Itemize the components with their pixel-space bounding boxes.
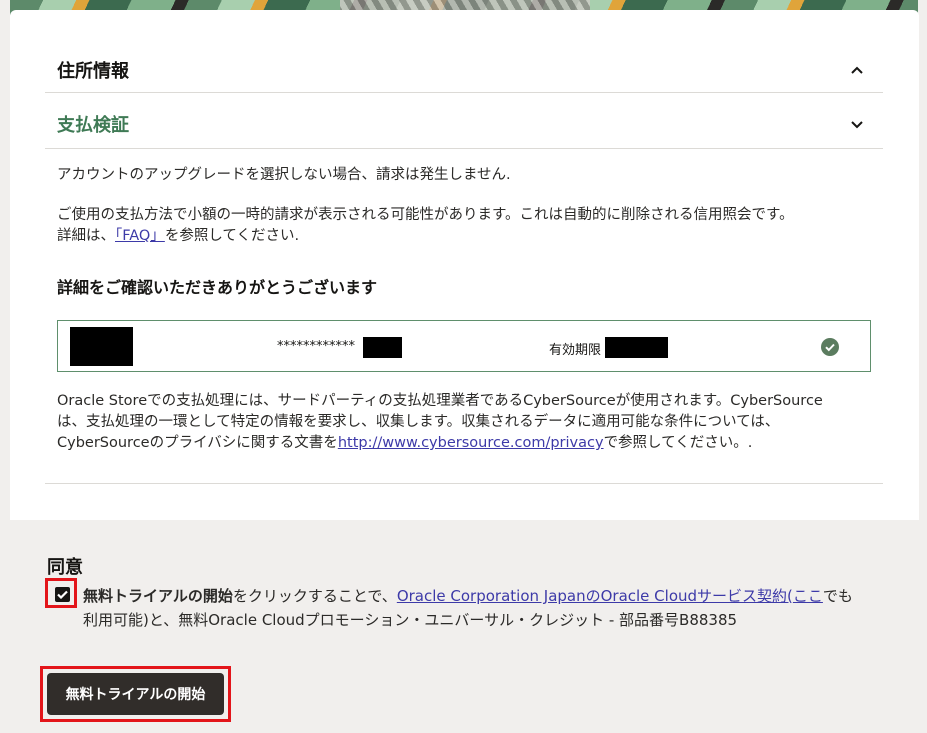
temp-charge-line1: ご使用の支払方法で小額の一時的請求が表示される可能性があります。これは自動的に削… [57, 207, 794, 223]
accordion-payment-title: 支払検証 [57, 115, 129, 136]
checkmark-icon [57, 590, 68, 599]
temp-charge-line2: 詳細は、「FAQ」を参照してください. [57, 226, 887, 247]
agreement-bold-label: 無料トライアルの開始 [83, 587, 233, 605]
accordion-address-title: 住所情報 [57, 61, 129, 82]
agreement-checkbox[interactable] [55, 587, 70, 602]
cybersource-privacy-link[interactable]: http://www.cybersource.com/privacy [338, 435, 604, 451]
faq-link[interactable]: 「FAQ」 [115, 228, 165, 244]
accordion-address[interactable]: 住所情報 [45, 48, 883, 93]
chevron-down-icon[interactable] [843, 110, 871, 138]
cybersource-line1: Oracle Storeでの支払処理には、サードパーティの支払処理業者であるCy… [57, 393, 823, 409]
temp-charge-text: ご使用の支払方法で小額の一時的請求が表示される可能性があります。これは自動的に削… [57, 205, 887, 247]
confirm-title: 詳細をご確認いただきありがとうございます [57, 278, 378, 297]
expiry-label: 有効期限 [549, 343, 602, 358]
agreement-line2: 利用可能)と、無料Oracle Cloudプロモーション・ユニバーサル・クレジッ… [83, 611, 738, 629]
redacted-card-last-digits [363, 337, 402, 358]
cybersource-line3: CyberSourceのプライバシに関する文書をhttp://www.cyber… [57, 433, 887, 454]
temp-charge-suffix: を参照してください. [164, 228, 300, 244]
masked-card-number: ************ [277, 339, 355, 354]
section-divider [45, 483, 883, 484]
agreement-text: 無料トライアルの開始をクリックすることで、Oracle Corporation … [83, 584, 883, 632]
service-contract-link[interactable]: Oracle Corporation JapanのOracle Cloudサービ… [397, 587, 787, 605]
redacted-expiry-date [605, 337, 668, 358]
agreement-line1: 無料トライアルの開始をクリックすることで、Oracle Corporation … [83, 584, 883, 608]
no-charge-text: アカウントのアップグレードを選択しない場合、請求は発生しません. [57, 167, 511, 183]
here-link[interactable]: ここ [793, 587, 823, 605]
verified-check-icon [821, 338, 839, 360]
agreement-title: 同意 [47, 557, 83, 578]
cybersource-line3-suffix: で参照してください。. [603, 435, 753, 451]
cybersource-line3-prefix: CyberSourceのプライバシに関する文書を [57, 435, 338, 451]
redacted-card-logo [70, 327, 133, 366]
chevron-up-icon[interactable] [843, 56, 871, 84]
accordion-payment[interactable]: 支払検証 [45, 100, 883, 149]
start-trial-button[interactable]: 無料トライアルの開始 [47, 673, 224, 715]
checkbox-highlight [45, 578, 77, 608]
button-highlight: 無料トライアルの開始 [40, 666, 231, 722]
cybersource-line2: は、支払処理の一環として特定の情報を要求し、収集します。収集されるデータに適用可… [57, 414, 780, 430]
agreement-text-1: をクリックすることで、 [232, 587, 397, 605]
card-summary: ************ 有効期限 [57, 320, 871, 372]
cybersource-text: Oracle Storeでの支払処理には、サードパーティの支払処理業者であるCy… [57, 391, 887, 454]
temp-charge-prefix: 詳細は、 [57, 228, 115, 244]
agreement-text-2: でも [822, 587, 853, 605]
